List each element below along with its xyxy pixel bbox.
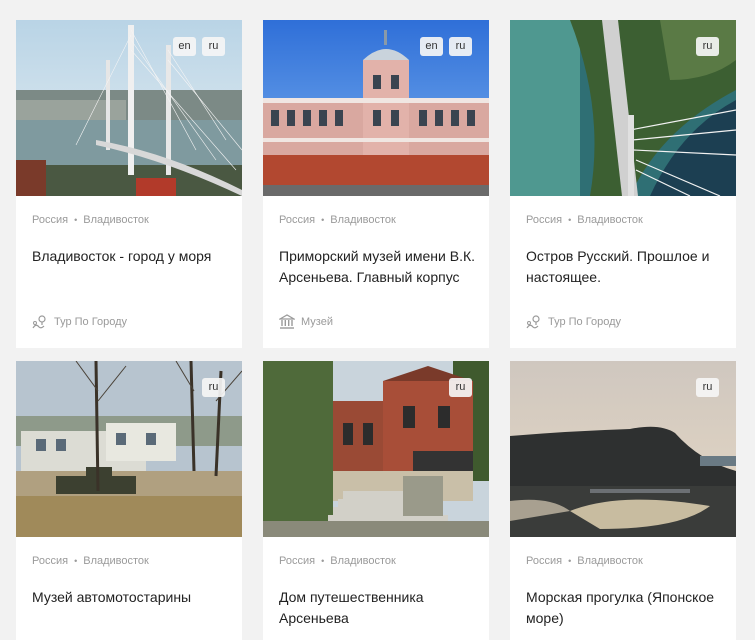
language-badges: ru xyxy=(696,37,719,56)
lang-badge-ru[interactable]: ru xyxy=(696,37,719,56)
card-location: Россия • Владивосток xyxy=(526,214,643,226)
lang-badge-ru[interactable]: ru xyxy=(449,37,472,56)
card-category: Музей xyxy=(279,314,333,330)
card-title[interactable]: Морская прогулка (Японское море) xyxy=(526,587,726,629)
country-label: Россия xyxy=(526,555,563,567)
card-photo[interactable]: en ru xyxy=(16,20,242,196)
country-label: Россия xyxy=(32,555,69,567)
country-label: Россия xyxy=(32,214,69,226)
category-label: Тур По Городу xyxy=(54,316,127,328)
card-photo[interactable]: en ru xyxy=(263,20,489,196)
card-photo[interactable]: ru xyxy=(510,20,736,196)
card-title[interactable]: Владивосток - город у моря xyxy=(32,246,232,267)
city-label: Владивосток xyxy=(577,555,643,567)
lang-badge-en[interactable]: en xyxy=(173,37,196,56)
lang-badge-ru[interactable]: ru xyxy=(202,378,225,397)
language-badges: ru xyxy=(202,378,225,397)
lang-badge-ru[interactable]: ru xyxy=(696,378,719,397)
card-location: Россия • Владивосток xyxy=(279,214,396,226)
tour-card-grid: en ru Россия • Владивосток Владивосток -… xyxy=(0,0,755,640)
tour-card[interactable]: ru Россия • Владивосток Музей автомотост… xyxy=(16,361,242,640)
separator-dot: • xyxy=(568,215,572,225)
country-label: Россия xyxy=(279,555,316,567)
language-badges: en ru xyxy=(420,37,472,56)
city-label: Владивосток xyxy=(83,214,149,226)
separator-dot: • xyxy=(321,215,325,225)
card-title[interactable]: Приморский музей имени В.К. Арсеньева. Г… xyxy=(279,246,479,288)
tour-card[interactable]: en ru Россия • Владивосток Приморский му… xyxy=(263,20,489,348)
city-label: Владивосток xyxy=(83,555,149,567)
card-title[interactable]: Музей автомотостарины xyxy=(32,587,232,608)
lang-badge-en[interactable]: en xyxy=(420,37,443,56)
tour-card[interactable]: ru Россия • Владивосток Дом путешественн… xyxy=(263,361,489,640)
language-badges: ru xyxy=(696,378,719,397)
country-label: Россия xyxy=(279,214,316,226)
category-label: Тур По Городу xyxy=(548,316,621,328)
city-label: Владивосток xyxy=(577,214,643,226)
card-location: Россия • Владивосток xyxy=(526,555,643,567)
city-label: Владивосток xyxy=(330,214,396,226)
map-pin-icon xyxy=(32,315,46,329)
card-photo[interactable]: ru xyxy=(16,361,242,537)
card-title[interactable]: Остров Русский. Прошлое и настоящее. xyxy=(526,246,726,288)
tour-card[interactable]: ru Россия • Владивосток Остров Русский. … xyxy=(510,20,736,348)
card-category: Тур По Городу xyxy=(526,314,621,330)
card-photo[interactable]: ru xyxy=(263,361,489,537)
museum-icon xyxy=(279,314,295,329)
lang-badge-ru[interactable]: ru xyxy=(202,37,225,56)
separator-dot: • xyxy=(74,215,78,225)
card-location: Россия • Владивосток xyxy=(32,214,149,226)
lang-badge-ru[interactable]: ru xyxy=(449,378,472,397)
tour-card[interactable]: en ru Россия • Владивосток Владивосток -… xyxy=(16,20,242,348)
city-label: Владивосток xyxy=(330,555,396,567)
card-photo[interactable]: ru xyxy=(510,361,736,537)
country-label: Россия xyxy=(526,214,563,226)
map-pin-icon xyxy=(526,315,540,329)
card-location: Россия • Владивосток xyxy=(279,555,396,567)
separator-dot: • xyxy=(74,556,78,566)
card-category: Тур По Городу xyxy=(32,314,127,330)
separator-dot: • xyxy=(568,556,572,566)
separator-dot: • xyxy=(321,556,325,566)
language-badges: ru xyxy=(449,378,472,397)
tour-card[interactable]: ru Россия • Владивосток Морская прогулка… xyxy=(510,361,736,640)
card-title[interactable]: Дом путешественника Арсеньева xyxy=(279,587,479,629)
language-badges: en ru xyxy=(173,37,225,56)
card-location: Россия • Владивосток xyxy=(32,555,149,567)
category-label: Музей xyxy=(301,316,333,328)
